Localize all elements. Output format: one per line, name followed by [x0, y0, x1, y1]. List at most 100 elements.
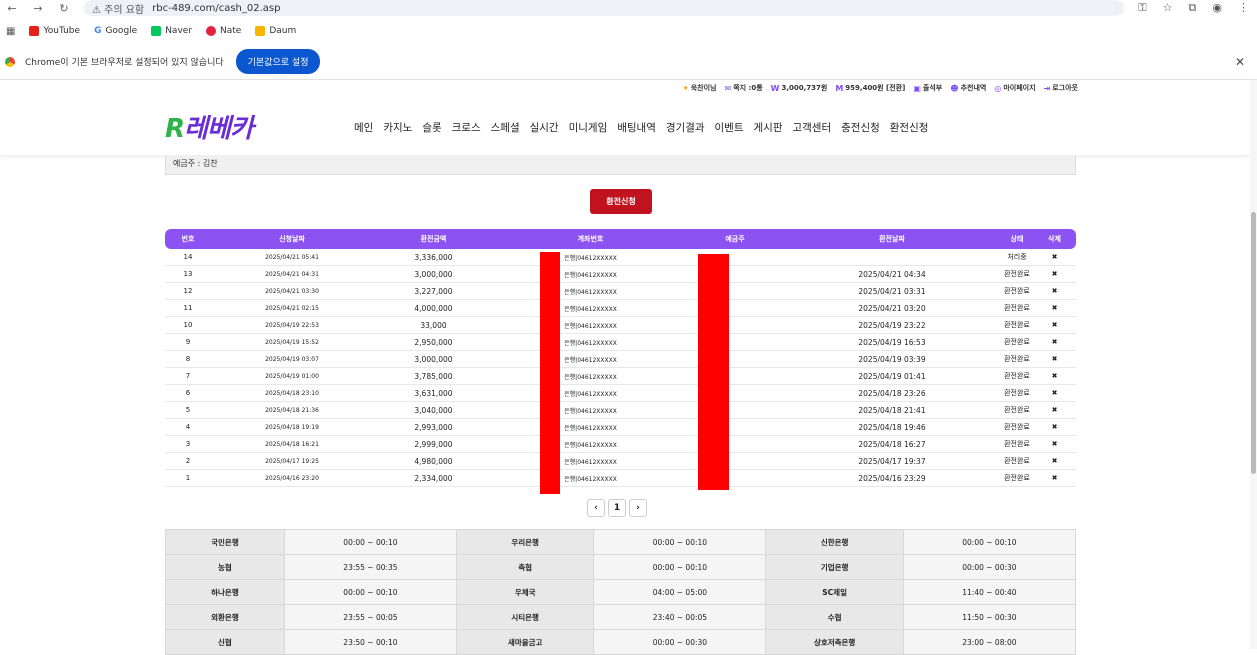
bank-name: 하나은행: [165, 579, 285, 605]
bookmark-naver[interactable]: Naver: [151, 26, 192, 36]
menu-item-live[interactable]: 실시간: [530, 120, 559, 135]
menu-item-bet-history[interactable]: 배팅내역: [617, 120, 656, 135]
cell-account: 은행|04612XXXXX: [564, 322, 617, 330]
cell-request-date: 2025/04/21 03:30: [265, 287, 319, 295]
user-circle-icon: ◎: [994, 83, 1002, 93]
set-default-button[interactable]: 기본값으로 설정: [235, 49, 321, 74]
bank-name: SC제일: [765, 579, 904, 605]
menu-icon[interactable]: ⋮: [1238, 1, 1249, 15]
exchange-request-button[interactable]: 환전신청: [590, 189, 652, 214]
delete-icon[interactable]: ✖: [1033, 355, 1076, 363]
menu-item-minigame[interactable]: 미니게임: [569, 120, 608, 135]
bank-name: 축협: [456, 554, 595, 580]
cell-account: 은행|04612XXXXX: [564, 390, 617, 398]
next-page-button[interactable]: ›: [629, 499, 647, 517]
apps-icon[interactable]: ▦: [6, 26, 15, 37]
delete-icon[interactable]: ✖: [1033, 287, 1076, 295]
cell-amount: 4,980,000: [414, 456, 453, 466]
delete-icon[interactable]: ✖: [1033, 321, 1076, 329]
menu-item-deposit[interactable]: 충전신청: [841, 120, 880, 135]
delete-icon[interactable]: ✖: [1033, 457, 1076, 465]
cell-exchange-date: 2025/04/19 16:53: [858, 337, 926, 347]
delete-icon[interactable]: ✖: [1033, 423, 1076, 431]
col-header-status: 상태: [1010, 235, 1024, 243]
menu-item-support[interactable]: 고객센터: [792, 120, 831, 135]
menu-item-casino[interactable]: 카지노: [383, 120, 412, 135]
attendance-link[interactable]: ▣ 출석부: [913, 83, 942, 93]
delete-icon[interactable]: ✖: [1033, 406, 1076, 414]
messages-link[interactable]: ✉ 쪽지 :0통: [725, 83, 763, 93]
menu-item-events[interactable]: 이벤트: [715, 120, 744, 135]
bank-row: 신협 23:50 ~ 00:10 새마을금고 00:00 ~ 00:30 상호저축은행 2…: [165, 629, 1077, 655]
menu-item-cross[interactable]: 크로스: [452, 120, 481, 135]
bank-name: 수협: [765, 604, 904, 630]
table-row: 7 2025/04/19 01:00 3,785,000 은행|04612XXXXX 2…: [165, 368, 1076, 385]
menu-item-main[interactable]: 메인: [354, 120, 373, 135]
bookmark-daum[interactable]: Daum: [255, 26, 296, 36]
delete-icon[interactable]: ✖: [1033, 253, 1076, 261]
delete-icon[interactable]: ✖: [1033, 440, 1076, 448]
menu-item-results[interactable]: 경기결과: [666, 120, 705, 135]
menu-item-withdraw[interactable]: 환전신청: [890, 120, 929, 135]
bookmark-nate[interactable]: Nate: [206, 26, 241, 36]
prev-page-button[interactable]: ‹: [587, 499, 605, 517]
bookmark-youtube[interactable]: YouTube: [29, 26, 80, 36]
key-icon[interactable]: ⚿: [1138, 1, 1146, 15]
cell-amount: 3,785,000: [414, 371, 453, 381]
bank-maintenance-time: 00:00 ~ 00:10: [283, 579, 458, 605]
cell-no: 5: [185, 406, 191, 414]
page-1-button[interactable]: 1: [608, 499, 626, 517]
bank-row: 외환은행 23:55 ~ 00:05 시티은행 23:40 ~ 00:05 수협 11:5…: [165, 604, 1077, 630]
bank-name: 시티은행: [456, 604, 595, 630]
bank-maintenance-time: 04:00 ~ 05:00: [593, 579, 767, 605]
cell-amount: 3,631,000: [414, 388, 453, 398]
youtube-icon: [29, 26, 40, 36]
star-icon[interactable]: ☆: [1163, 1, 1173, 15]
col-header-amount: 환전금액: [420, 235, 447, 243]
cell-account: 은행|04612XXXXX: [564, 339, 617, 347]
bank-name: 국민은행: [165, 529, 285, 555]
browser-actions: ⚿ ☆ ⧉ ◉ ⋮: [1138, 1, 1249, 15]
bank-name: 신협: [165, 629, 285, 655]
delete-icon[interactable]: ✖: [1033, 304, 1076, 312]
reload-icon[interactable]: ↻: [58, 2, 70, 15]
menu-item-special[interactable]: 스페셜: [491, 120, 520, 135]
calendar-icon: ▣: [913, 83, 921, 93]
logout-icon: ⇥: [1043, 83, 1051, 93]
cell-amount: 3,000,000: [414, 269, 453, 279]
scrollbar-thumb[interactable]: [1251, 212, 1256, 474]
menu-item-board[interactable]: 게시판: [754, 120, 783, 135]
delete-icon[interactable]: ✖: [1033, 270, 1076, 278]
naver-icon: [151, 26, 162, 36]
bank-maintenance-time: 23:55 ~ 00:05: [283, 604, 458, 630]
url-text: rbc-489.com/cash_02.asp: [152, 2, 281, 14]
back-icon[interactable]: ←: [6, 2, 18, 15]
bookmark-google[interactable]: G Google: [94, 26, 137, 36]
page-scrollbar[interactable]: [1250, 80, 1257, 649]
cell-exchange-date: 2025/04/18 21:41: [858, 405, 926, 415]
bank-name: 신한은행: [765, 529, 904, 555]
delete-icon[interactable]: ✖: [1033, 389, 1076, 397]
recommend-link[interactable]: ☻ 추천내역: [950, 83, 986, 93]
address-bar[interactable]: ⚠ 주의 요함 rbc-489.com/cash_02.asp: [84, 0, 1124, 16]
mypage-link[interactable]: ◎ 마이페이지: [994, 83, 1035, 93]
delete-icon[interactable]: ✖: [1033, 338, 1076, 346]
cell-status: 환전완료: [1004, 457, 1030, 465]
users-icon: ☻: [950, 83, 959, 93]
delete-icon[interactable]: ✖: [1033, 474, 1076, 482]
cell-exchange-date: 2025/04/18 19:46: [858, 422, 926, 432]
delete-icon[interactable]: ✖: [1033, 372, 1076, 380]
chrome-icon: [5, 56, 15, 67]
table-row: 12 2025/04/21 03:30 3,227,000 은행|04612XXXXX…: [165, 283, 1076, 300]
profile-icon[interactable]: ◉: [1212, 1, 1222, 15]
close-icon[interactable]: ✕: [1235, 55, 1245, 69]
points-convert-link[interactable]: M 959,400원 [전환]: [835, 83, 905, 93]
menu-item-slot[interactable]: 슬롯: [422, 120, 441, 135]
extensions-icon[interactable]: ⧉: [1189, 1, 1197, 15]
security-warning[interactable]: ⚠ 주의 요함: [92, 1, 144, 16]
bank-maintenance-time: 00:00 ~ 00:30: [593, 629, 767, 655]
site-logo[interactable]: R레베카: [165, 108, 254, 145]
logout-link[interactable]: ⇥ 로그아웃: [1044, 83, 1078, 93]
forward-icon[interactable]: →: [32, 2, 44, 15]
exchange-history-table: 번호 신청날짜 환전금액 계좌번호 예금주 환전날짜 상태 삭제 14 2025/…: [165, 229, 1076, 487]
